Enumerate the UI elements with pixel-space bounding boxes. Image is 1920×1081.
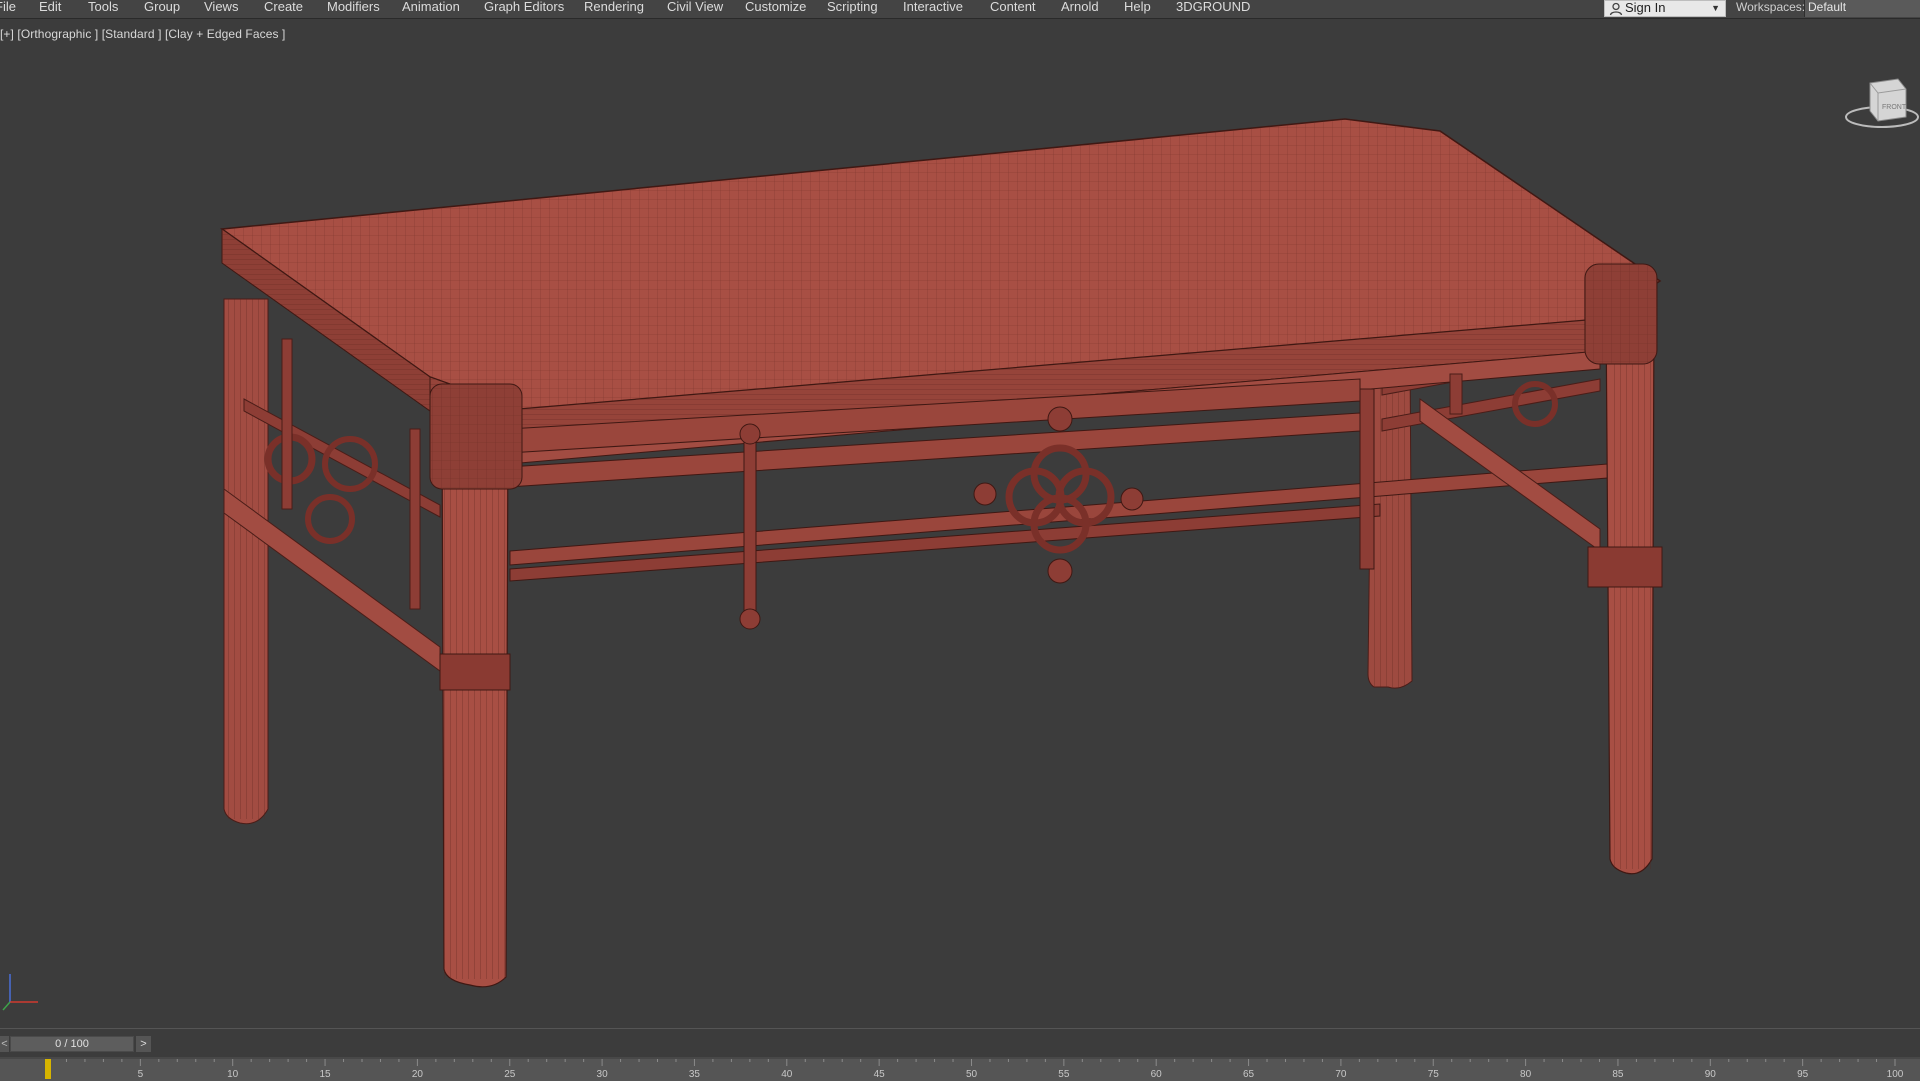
trackbar-tick-label: 20 [412, 1069, 424, 1080]
user-icon [1609, 2, 1623, 16]
menu-group[interactable]: Group [144, 0, 180, 18]
menu-civil-view[interactable]: Civil View [667, 0, 723, 18]
menu-graph-editors[interactable]: Graph Editors [484, 0, 564, 18]
trackbar-tick-label: 25 [504, 1069, 516, 1080]
workspaces-value: Default [1808, 0, 1847, 14]
menu-customize[interactable]: Customize [745, 0, 806, 18]
front-right-leg [1584, 263, 1663, 875]
trackbar[interactable]: 5 10 15 20 25 30 35 40 45 50 55 60 65 70 75 80 85 90 95 100 [0, 1057, 1920, 1081]
sign-in-label: Sign In [1625, 0, 1666, 15]
workspaces-label: Workspaces: [1736, 0, 1806, 14]
menu-arnold[interactable]: Arnold [1061, 0, 1099, 18]
viewport-label[interactable]: [+] [Orthographic ] [Standard ] [Clay + … [0, 27, 285, 41]
trackbar-tick-label: 50 [966, 1069, 978, 1080]
menu-animation[interactable]: Animation [402, 0, 460, 18]
chevron-down-icon: ▼ [1711, 3, 1720, 13]
menu-3dground[interactable]: 3DGROUND [1176, 0, 1250, 18]
trackbar-tick-label: 10 [227, 1069, 239, 1080]
current-frame-marker[interactable] [45, 1059, 51, 1079]
time-slider-text: 0 / 100 [55, 1038, 89, 1050]
prev-frame-button[interactable]: < [0, 1036, 9, 1052]
trackbar-tick-label: 100 [1887, 1069, 1904, 1080]
trackbar-tick-label: 55 [1058, 1069, 1070, 1080]
menu-scripting[interactable]: Scripting [827, 0, 878, 18]
trackbar-tick-label: 90 [1705, 1069, 1717, 1080]
viewcube-icon[interactable]: FRONT [1840, 59, 1920, 139]
back-left-leg [223, 298, 269, 825]
next-frame-button[interactable]: > [136, 1036, 151, 1052]
menu-content[interactable]: Content [990, 0, 1036, 18]
menu-file[interactable]: File [0, 0, 16, 18]
menu-bar: File Edit Tools Group Views Create Modif… [0, 0, 1920, 19]
menu-create[interactable]: Create [264, 0, 303, 18]
trackbar-tick-label: 70 [1335, 1069, 1347, 1080]
table-model [219, 118, 1663, 988]
menu-tools[interactable]: Tools [88, 0, 118, 18]
back-right-leg [1367, 348, 1413, 689]
trackbar-tick-label: 35 [689, 1069, 701, 1080]
menu-edit[interactable]: Edit [39, 0, 61, 18]
menu-interactive[interactable]: Interactive [903, 0, 963, 18]
menu-help[interactable]: Help [1124, 0, 1151, 18]
workspaces-select[interactable]: Default [1804, 0, 1920, 17]
trackbar-tick-label: 75 [1428, 1069, 1440, 1080]
trackbar-tick-label: 80 [1520, 1069, 1532, 1080]
trackbar-tick-label: 30 [597, 1069, 609, 1080]
sign-in-dropdown[interactable]: Sign In ▼ [1604, 0, 1726, 17]
trackbar-tick-label: 95 [1797, 1069, 1809, 1080]
time-slider[interactable]: 0 / 100 [10, 1036, 134, 1052]
viewcube-face-label: FRONT [1882, 104, 1907, 111]
trackbar-tick-label: 65 [1243, 1069, 1255, 1080]
trackbar-tick-label: 45 [874, 1069, 886, 1080]
time-slider-bar: < 0 / 100 > 5 10 15 20 25 30 35 40 45 50 55 60 65 70 7… [0, 1028, 1920, 1081]
front-left-leg [429, 383, 523, 988]
trackbar-tick-label: 15 [319, 1069, 331, 1080]
menu-views[interactable]: Views [204, 0, 238, 18]
trackbar-tick-label: 40 [781, 1069, 793, 1080]
trackbar-tick-label: 85 [1612, 1069, 1624, 1080]
trackbar-tick-label: 5 [138, 1069, 144, 1080]
axis-tripod-icon [2, 974, 38, 1011]
menu-rendering[interactable]: Rendering [584, 0, 644, 18]
trackbar-ruler: 5 10 15 20 25 30 35 40 45 50 55 60 65 70 75 80 85 90 95 100 [0, 1057, 1920, 1080]
menu-modifiers[interactable]: Modifiers [327, 0, 380, 18]
trackbar-tick-label: 60 [1151, 1069, 1163, 1080]
viewport-perspective[interactable]: [+] [Orthographic ] [Standard ] [Clay + … [0, 19, 1920, 1028]
